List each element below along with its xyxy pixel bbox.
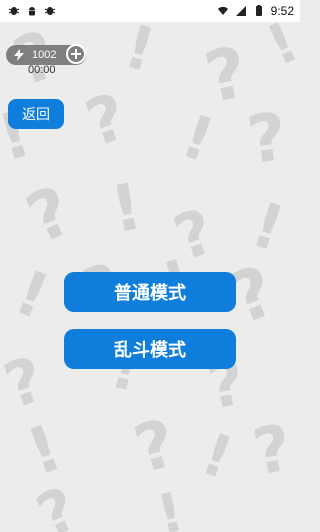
insect-icon [8, 7, 20, 15]
question-mark-icon: ? [15, 171, 84, 260]
battery-icon [255, 5, 262, 16]
wifi-icon [217, 6, 228, 15]
exclamation-icon: ! [151, 480, 189, 532]
exclamation-icon: ! [257, 22, 300, 80]
android-icon [29, 7, 35, 16]
brawl-mode-button[interactable]: 乱斗模式 [64, 329, 236, 369]
exclamation-icon: ! [105, 170, 148, 248]
exclamation-icon: ! [172, 101, 223, 177]
question-mark-icon: ? [242, 97, 292, 180]
coin-count: 1002 [32, 49, 57, 61]
status-bar: 9:52 [0, 0, 300, 22]
back-button[interactable]: 返回 [8, 99, 64, 129]
question-mark-icon: ? [247, 411, 298, 491]
question-mark-icon: ? [126, 404, 185, 489]
timer: 00:00 [28, 64, 56, 76]
exclamation-icon: ! [18, 411, 71, 491]
question-mark-icon: ? [26, 473, 88, 532]
question-mark-icon: ? [77, 80, 136, 162]
status-time: 9:52 [270, 4, 294, 18]
insect-icon [44, 7, 56, 15]
exclamation-icon: ! [193, 419, 242, 493]
add-coins-button[interactable] [66, 44, 86, 64]
status-right: 9:52 [217, 4, 294, 18]
exclamation-icon: ! [117, 22, 162, 87]
flash-icon [14, 49, 24, 61]
signal-icon [235, 6, 246, 16]
normal-mode-button[interactable]: 普通模式 [64, 272, 236, 312]
status-left [8, 5, 56, 17]
exclamation-icon: ! [5, 255, 59, 334]
